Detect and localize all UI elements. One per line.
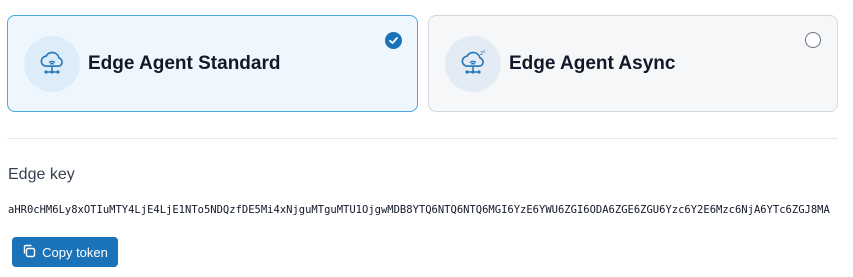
copy-token-button[interactable]: Copy token: [12, 237, 118, 267]
option-card-edge-agent-standard[interactable]: Edge Agent Standard: [7, 15, 418, 112]
checked-radio-icon[interactable]: [385, 32, 402, 49]
option-title: Edge Agent Standard: [88, 52, 281, 74]
option-card-edge-agent-async[interactable]: z z Edge Agent Async: [428, 15, 838, 112]
cloud-network-async-icon: z z: [445, 35, 501, 92]
cloud-network-icon: [24, 35, 80, 92]
copy-token-label: Copy token: [42, 244, 108, 260]
option-title: Edge Agent Async: [509, 52, 676, 74]
copy-icon: [22, 244, 36, 261]
divider: [7, 138, 838, 139]
svg-text:z: z: [483, 49, 486, 54]
unchecked-radio-icon[interactable]: [805, 32, 821, 48]
edge-key-label: Edge key: [8, 166, 75, 183]
edge-key-value: aHR0cHM6Ly8xOTIuMTY4LjE4LjE1NTo5NDQzfDE5…: [8, 204, 830, 216]
